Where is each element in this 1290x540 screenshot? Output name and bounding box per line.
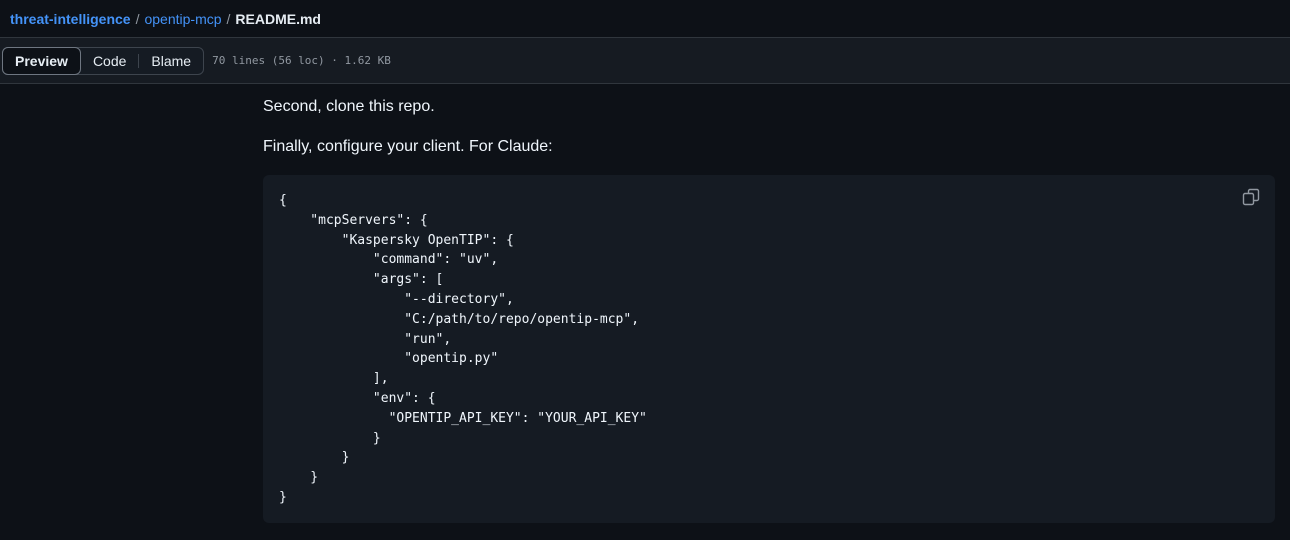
code-block: { "mcpServers": { "Kaspersky OpenTIP": {… [263,175,1275,523]
copy-icon-svg [1242,188,1260,206]
code-block-text[interactable]: { "mcpServers": { "Kaspersky OpenTIP": {… [279,191,647,508]
tab-blame[interactable]: Blame [139,47,203,75]
tab-preview[interactable]: Preview [2,46,81,75]
paragraph-configure-client: Finally, configure your client. For Clau… [263,138,553,155]
file-meta-info: 70 lines (56 loc) · 1.62 KB [212,54,391,67]
file-toolbar: Preview Code Blame 70 lines (56 loc) · 1… [0,38,1290,84]
breadcrumb-separator: / [226,10,231,27]
breadcrumb-current-file: README.md [235,10,321,27]
copy-icon[interactable] [1241,187,1261,207]
breadcrumb-repo-link[interactable]: opentip-mcp [144,11,221,27]
breadcrumb: threat-intelligence / opentip-mcp / READ… [0,0,1290,38]
breadcrumb-separator: / [135,10,140,27]
paragraph-clone-repo: Second, clone this repo. [263,98,435,115]
view-mode-segmented-control: Preview Code Blame [2,46,205,75]
breadcrumb-owner-link[interactable]: threat-intelligence [10,11,131,27]
tab-code[interactable]: Code [81,47,138,75]
